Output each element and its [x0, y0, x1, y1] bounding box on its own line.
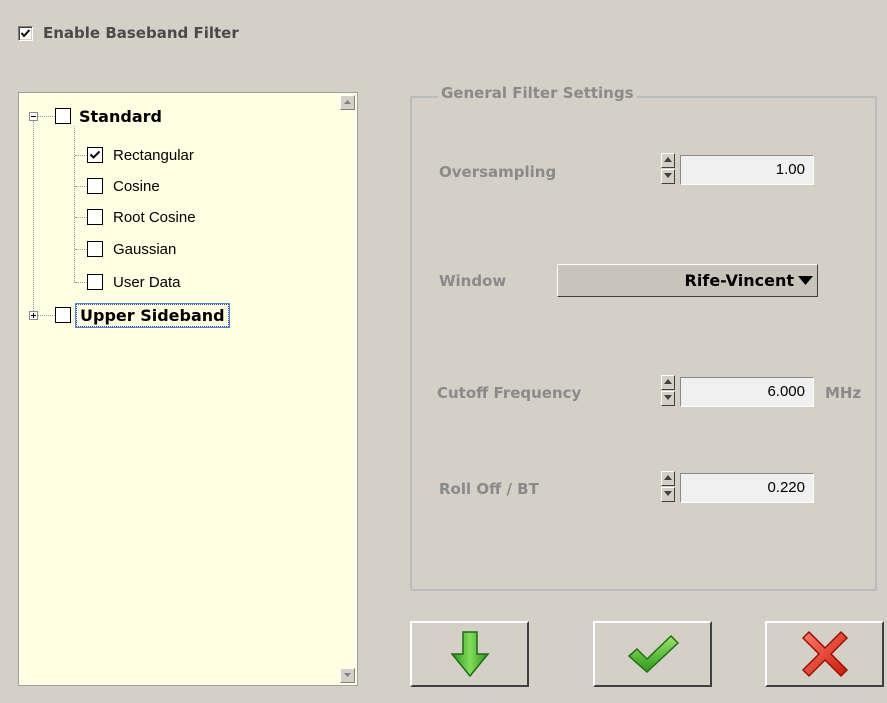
tree-item-label: User Data: [113, 273, 181, 291]
tree-item-user-data[interactable]: User Data: [87, 271, 181, 293]
group-title: General Filter Settings: [438, 84, 637, 102]
tree-item-gaussian[interactable]: Gaussian: [87, 238, 176, 260]
tree-connector: [37, 315, 55, 316]
tree-checkbox[interactable]: [55, 307, 71, 323]
red-x-icon: [801, 630, 848, 678]
tree-connector: [75, 186, 87, 187]
plus-icon: [31, 313, 36, 318]
tree-item-label: Rectangular: [113, 146, 194, 164]
collapse-standard-button[interactable]: [29, 112, 38, 121]
roll-off-label: Roll Off / BT: [439, 480, 539, 498]
arrow-down-icon: [664, 395, 672, 400]
tree-item-rectangular[interactable]: Rectangular: [87, 144, 194, 166]
spin-down-button[interactable]: [661, 487, 675, 502]
roll-off-input[interactable]: 0.220: [680, 473, 814, 503]
tree-item-root-cosine[interactable]: Root Cosine: [87, 206, 196, 228]
arrow-up-icon: [664, 379, 672, 384]
scroll-down-button[interactable]: [340, 668, 355, 683]
roll-off-spinner[interactable]: [661, 471, 675, 503]
oversampling-label: Oversampling: [439, 163, 557, 181]
spin-up-button[interactable]: [661, 375, 675, 390]
tree-item-label: Gaussian: [113, 240, 177, 258]
scroll-up-button[interactable]: [340, 95, 355, 110]
tree-checkbox[interactable]: [55, 108, 71, 124]
tree-item-upper-sideband[interactable]: Upper Sideband: [55, 302, 230, 328]
expand-upper-sideband-button[interactable]: [29, 311, 38, 320]
tree-connector: [74, 126, 75, 283]
tree-connector: [75, 155, 87, 156]
checkmark-icon: [89, 150, 101, 159]
tree-checkbox[interactable]: [87, 178, 103, 194]
minus-icon: [31, 116, 36, 117]
arrow-down-icon: [344, 673, 351, 677]
tree-item-label: Cosine: [113, 177, 160, 195]
cutoff-frequency-spinner[interactable]: [661, 375, 675, 407]
tree-connector: [33, 121, 34, 311]
tree-checkbox[interactable]: [87, 147, 103, 163]
checkmark-icon: [20, 28, 31, 38]
tree-item-label: Upper Sideband: [75, 302, 230, 328]
cancel-button[interactable]: [765, 621, 884, 687]
tree-checkbox[interactable]: [87, 274, 103, 290]
enable-baseband-filter-checkbox[interactable]: Enable Baseband Filter: [18, 24, 239, 42]
tree-item-label: Root Cosine: [113, 208, 196, 226]
arrow-down-icon: [664, 173, 672, 178]
cutoff-unit-label: MHz: [825, 384, 862, 402]
tree-connector: [75, 249, 87, 250]
tree-item-label: Standard: [79, 106, 162, 126]
apply-button[interactable]: [410, 621, 529, 687]
cutoff-frequency-label: Cutoff Frequency: [437, 384, 582, 402]
filter-tree[interactable]: Standard Rectangular Cosine Root Cosine …: [18, 92, 358, 686]
arrow-up-icon: [664, 475, 672, 480]
window-dropdown[interactable]: Rife-Vincent: [557, 264, 818, 297]
spin-down-button[interactable]: [661, 391, 675, 406]
cutoff-frequency-input[interactable]: 6.000: [680, 377, 814, 407]
tree-connector: [37, 116, 55, 117]
arrow-up-icon: [344, 100, 351, 104]
enable-label: Enable Baseband Filter: [43, 24, 239, 42]
checkbox-box[interactable]: [18, 25, 33, 41]
spin-down-button[interactable]: [661, 169, 675, 184]
window-label: Window: [439, 272, 507, 290]
tree-connector: [75, 217, 87, 218]
tree-item-cosine[interactable]: Cosine: [87, 175, 160, 197]
tree-scrollbar[interactable]: [338, 93, 357, 685]
tree-item-standard[interactable]: Standard: [55, 105, 162, 127]
tree-connector: [75, 282, 87, 283]
tree-checkbox[interactable]: [87, 241, 103, 257]
arrow-up-icon: [664, 157, 672, 162]
arrow-down-icon: [664, 491, 672, 496]
spin-up-button[interactable]: [661, 471, 675, 486]
green-down-arrow-icon: [449, 631, 490, 678]
dropdown-arrow-icon: [798, 275, 813, 285]
spin-up-button[interactable]: [661, 153, 675, 168]
oversampling-spinner[interactable]: [661, 153, 675, 185]
oversampling-input[interactable]: 1.00: [680, 155, 814, 185]
green-check-icon: [627, 634, 679, 674]
window-selected-value: Rife-Vincent: [684, 271, 794, 290]
ok-button[interactable]: [593, 621, 712, 687]
tree-checkbox[interactable]: [87, 209, 103, 225]
